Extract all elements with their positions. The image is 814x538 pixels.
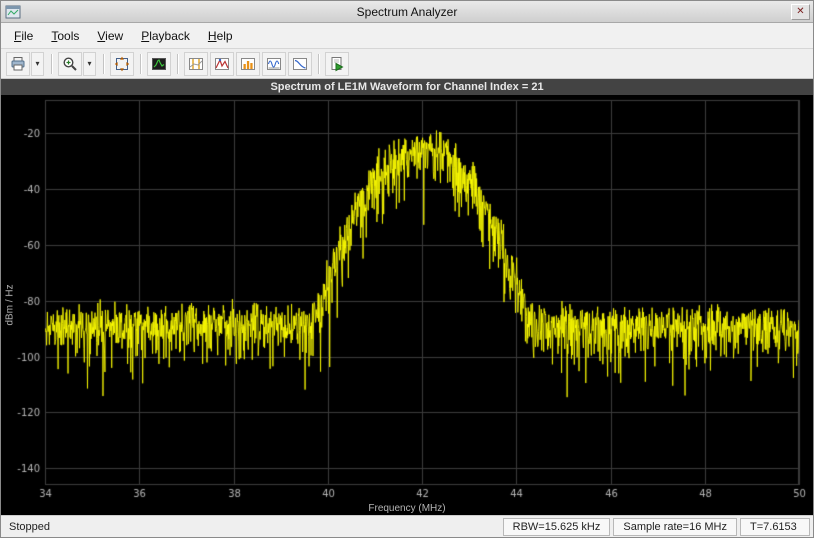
y-axis-label: dBm / Hz [4, 284, 16, 326]
fit-to-view-icon [114, 56, 130, 71]
print-dropdown[interactable]: ▾ [31, 51, 44, 76]
menu-tools[interactable]: Tools [42, 25, 88, 47]
toolbar-separator [177, 53, 178, 74]
spectrum-view-button[interactable] [147, 51, 171, 76]
run-icon [331, 56, 344, 71]
ccdf-measurements-icon [293, 57, 307, 70]
spectrum-display: Spectrum of LE1M Waveform for Channel In… [1, 79, 813, 515]
plot-title: Spectrum of LE1M Waveform for Channel In… [1, 79, 813, 95]
toolbar: ▾ ▾ [1, 49, 813, 79]
status-state: Stopped [9, 520, 50, 533]
menu-playback[interactable]: Playback [132, 25, 199, 47]
distortion-measurements-button[interactable] [262, 51, 286, 76]
distortion-measurements-icon [267, 57, 281, 70]
zoom-dropdown[interactable]: ▾ [83, 51, 96, 76]
zoom-button[interactable] [58, 51, 82, 76]
menubar: File Tools View Playback Help [1, 23, 813, 49]
status-panels: RBW=15.625 kHz Sample rate=16 MHz T=7.61… [502, 517, 810, 536]
statusbar: Stopped RBW=15.625 kHz Sample rate=16 MH… [1, 515, 813, 537]
print-button[interactable] [6, 51, 30, 76]
status-sample-rate: Sample rate=16 MHz [613, 517, 737, 536]
status-time: T=7.6153 [740, 517, 810, 536]
menu-file[interactable]: File [5, 25, 42, 47]
spectrum-canvas[interactable] [1, 95, 813, 515]
cursor-measurements-icon [189, 57, 203, 70]
magnifier-icon [63, 56, 77, 71]
menu-help[interactable]: Help [199, 25, 242, 47]
menu-view[interactable]: View [88, 25, 132, 47]
toolbar-separator [51, 53, 52, 74]
fit-to-view-button[interactable] [110, 51, 134, 76]
cursor-measurements-button[interactable] [184, 51, 208, 76]
toolbar-separator [103, 53, 104, 74]
spectrum-analyzer-window: Spectrum Analyzer ✕ File Tools View Play… [0, 0, 814, 538]
toolbar-separator [318, 53, 319, 74]
window-titlebar[interactable]: Spectrum Analyzer ✕ [1, 1, 813, 23]
channel-measurements-button[interactable] [236, 51, 260, 76]
peak-finder-icon [215, 57, 229, 70]
toolbar-separator [140, 53, 141, 74]
peak-finder-button[interactable] [210, 51, 234, 76]
x-axis-label: Frequency (MHz) [368, 503, 446, 514]
status-rbw: RBW=15.625 kHz [502, 517, 611, 536]
close-button[interactable]: ✕ [791, 3, 810, 20]
plot-area: dBm / Hz Frequency (MHz) [1, 95, 813, 515]
channel-measurements-icon [241, 57, 255, 70]
printer-icon [11, 56, 25, 70]
ccdf-measurements-button[interactable] [288, 51, 312, 76]
window-title: Spectrum Analyzer [356, 4, 458, 19]
run-button[interactable] [325, 51, 349, 76]
spectrum-view-icon [152, 57, 166, 70]
